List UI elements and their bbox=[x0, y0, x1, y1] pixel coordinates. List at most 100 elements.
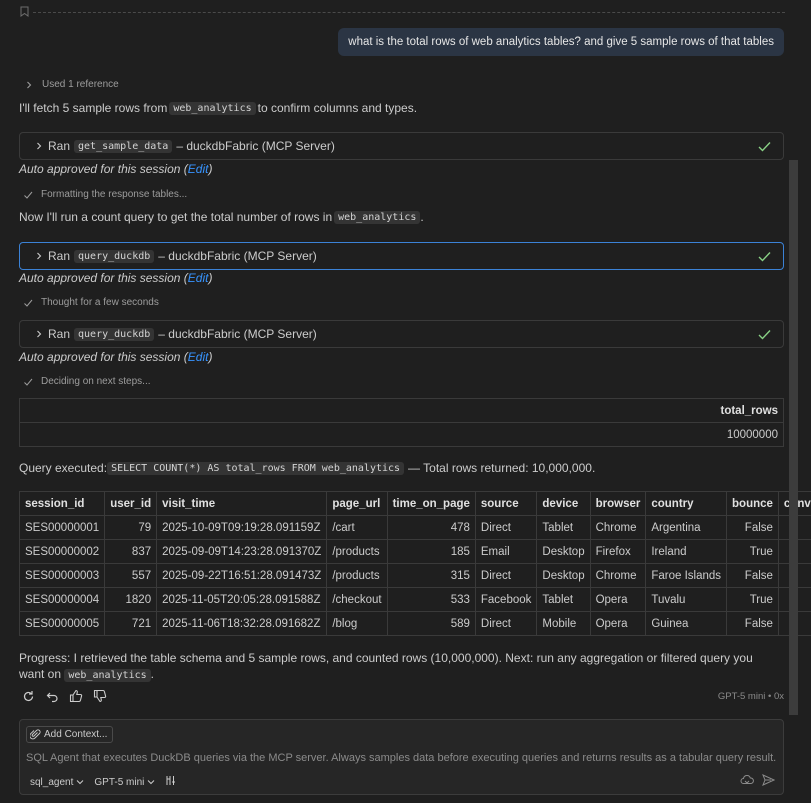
column-header-visit-time: visit_time bbox=[156, 491, 328, 516]
chevron-right-icon bbox=[27, 81, 32, 88]
table-cell: Mobile bbox=[536, 611, 591, 636]
table-cell: 185 bbox=[386, 539, 476, 564]
status-line-1: Formatting the response tables... bbox=[23, 189, 187, 200]
progress-text-end: . bbox=[150, 667, 154, 681]
user-message-bubble: what is the total rows of web analytics … bbox=[338, 28, 784, 56]
table-row: SES00000005 721 2025-11-06T18:32:28.091682… bbox=[18, 611, 811, 636]
chevron-down-icon bbox=[77, 780, 84, 785]
agent-picker[interactable]: sql_agent bbox=[30, 777, 84, 788]
table-cell: SES00000001 bbox=[18, 515, 106, 540]
table-cell: Faroe Islands bbox=[645, 563, 728, 588]
column-header-browser: browser bbox=[589, 491, 647, 516]
table-cell: 478 bbox=[386, 515, 476, 540]
check-icon bbox=[24, 378, 33, 386]
table-cell: /products bbox=[326, 539, 388, 564]
used-reference-label: Used 1 reference bbox=[42, 79, 119, 90]
table-cell: 721 bbox=[104, 611, 158, 636]
table-cell: SES00000005 bbox=[18, 611, 106, 636]
user-message-text: what is the total rows of web analytics … bbox=[348, 36, 774, 48]
count-text: Now I'll run a count query to get the to… bbox=[19, 210, 333, 224]
check-icon bbox=[24, 191, 33, 199]
check-icon bbox=[758, 142, 771, 152]
check-icon bbox=[24, 299, 33, 307]
undo-icon[interactable] bbox=[44, 688, 60, 704]
paperclip-icon bbox=[30, 729, 41, 740]
table-row: SES00000004 1820 2025-11-05T20:05:28.09158… bbox=[18, 587, 811, 612]
input-toolbar: sql_agent GPT-5 mini bbox=[30, 775, 176, 789]
cloud-sync-icon[interactable] bbox=[740, 774, 754, 789]
response-actions bbox=[20, 688, 108, 704]
column-header-user-id: user_id bbox=[104, 491, 158, 516]
table-row: SES00000003 557 2025-09-22T16:51:28.091473… bbox=[18, 563, 811, 588]
table-cell: False bbox=[726, 611, 779, 636]
sample-rows-table: session_id user_id visit_time page_url time_… bbox=[18, 491, 811, 636]
tool-call-server: – duckdbFabric (MCP Server) bbox=[158, 327, 317, 341]
edit-approval-link[interactable]: Edit bbox=[188, 350, 209, 364]
tool-call-2[interactable]: Ran query_duckdb – duckdbFabric (MCP Ser… bbox=[19, 242, 784, 270]
table-cell: SES00000002 bbox=[18, 539, 106, 564]
chevron-right-icon bbox=[37, 252, 42, 260]
tool-call-name: get_sample_data bbox=[74, 139, 173, 153]
table-cell: Desktop bbox=[536, 563, 591, 588]
scrollbar[interactable] bbox=[789, 160, 798, 715]
table-cell: Direct bbox=[474, 611, 538, 636]
chat-input-placeholder[interactable]: SQL Agent that executes DuckDB queries v… bbox=[26, 752, 776, 764]
table-cell: 1820 bbox=[104, 587, 158, 612]
thumbs-up-icon[interactable] bbox=[68, 688, 84, 704]
table-cell: 79 bbox=[104, 515, 158, 540]
column-header-source: source bbox=[474, 491, 538, 516]
query-code: SELECT COUNT(*) AS total_rows FROM web_a… bbox=[107, 461, 405, 475]
column-header-time-on-page: time_on_page bbox=[386, 491, 476, 516]
chat-input-panel[interactable]: Add Context... SQL Agent that executes D… bbox=[19, 719, 784, 795]
tool-call-prefix: Ran bbox=[48, 139, 71, 153]
tools-icon[interactable] bbox=[165, 775, 176, 789]
model-usage-label: GPT-5 mini • 0x bbox=[717, 691, 784, 702]
table-cell: Direct bbox=[474, 563, 538, 588]
table-cell: Facebook bbox=[474, 587, 538, 612]
table-cell: False bbox=[726, 515, 779, 540]
table-cell: SES00000003 bbox=[18, 563, 106, 588]
table-cell: Guinea bbox=[645, 611, 728, 636]
count-message: Now I'll run a count query to get the to… bbox=[19, 210, 424, 224]
table-cell: Email bbox=[474, 539, 538, 564]
tool-call-prefix: Ran bbox=[48, 327, 71, 341]
table-cell: Opera bbox=[589, 587, 647, 612]
intro-message: I'll fetch 5 sample rows from web_analyt… bbox=[19, 101, 417, 115]
send-icon[interactable] bbox=[762, 774, 776, 789]
used-reference-toggle[interactable]: Used 1 reference bbox=[24, 79, 119, 90]
retry-icon[interactable] bbox=[20, 688, 36, 704]
tool-call-name: query_duckdb bbox=[74, 327, 155, 341]
chevron-down-icon bbox=[148, 780, 155, 785]
query-executed-line: Query executed: SELECT COUNT(*) AS total… bbox=[19, 461, 595, 475]
add-context-button[interactable]: Add Context... bbox=[26, 726, 114, 743]
thumbs-down-icon[interactable] bbox=[92, 688, 108, 704]
table-cell: /blog bbox=[326, 611, 388, 636]
table-cell: 837 bbox=[104, 539, 158, 564]
chevron-right-icon bbox=[37, 142, 42, 150]
table-cell: True bbox=[726, 539, 779, 564]
tool-call-1[interactable]: Ran get_sample_data – duckdbFabric (MCP … bbox=[19, 132, 784, 160]
auto-approved-note-1: Auto approved for this session (Edit) bbox=[19, 162, 213, 176]
auto-approved-note-2: Auto approved for this session (Edit) bbox=[19, 271, 213, 285]
check-icon bbox=[758, 252, 771, 262]
model-label: GPT-5 mini bbox=[94, 776, 145, 788]
query-result-text: — Total rows returned: 10,000,000. bbox=[408, 461, 596, 475]
table-cell: Ireland bbox=[645, 539, 728, 564]
status-text: Thought for a few seconds bbox=[41, 297, 159, 308]
edit-approval-link[interactable]: Edit bbox=[188, 271, 209, 285]
tool-call-3[interactable]: Ran query_duckdb – duckdbFabric (MCP Ser… bbox=[19, 320, 784, 348]
table-cell: /cart bbox=[326, 515, 388, 540]
table-cell: 2025-11-06T18:32:28.091682Z bbox=[156, 611, 328, 636]
auto-approved-note-3: Auto approved for this session (Edit) bbox=[19, 350, 213, 364]
edit-approval-link[interactable]: Edit bbox=[188, 162, 209, 176]
tool-call-server: – duckdbFabric (MCP Server) bbox=[158, 249, 317, 263]
add-context-label: Add Context... bbox=[44, 729, 108, 740]
model-picker[interactable]: GPT-5 mini bbox=[94, 777, 155, 788]
query-executed-label: Query executed: bbox=[19, 461, 108, 475]
table-cell: Firefox bbox=[589, 539, 647, 564]
table-cell: Tuvalu bbox=[645, 587, 728, 612]
table-cell: Chrome bbox=[589, 515, 647, 540]
progress-code: web_analytics bbox=[64, 669, 151, 682]
bookmark-icon[interactable] bbox=[20, 6, 29, 17]
table-cell: 2025-09-22T16:51:28.091473Z bbox=[156, 563, 328, 588]
